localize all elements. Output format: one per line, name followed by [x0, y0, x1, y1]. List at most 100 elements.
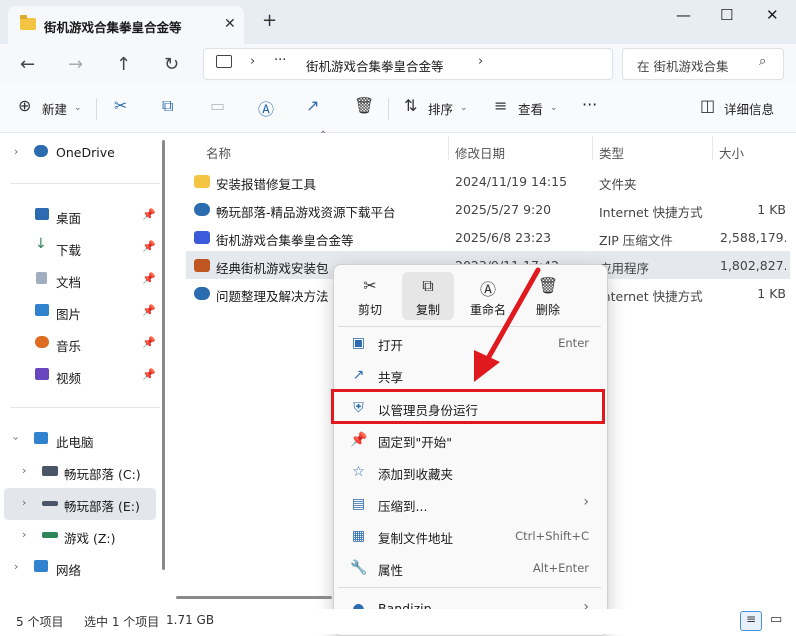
file-row[interactable]: 街机游戏合集拳皇合金等 2025/6/8 23:23 ZIP 压缩文件 2,58…	[186, 223, 790, 251]
file-row[interactable]: 安装报错修复工具 2024/11/19 14:15 文件夹	[186, 167, 790, 195]
sidebar-item-pictures[interactable]: 图片 📌	[0, 296, 160, 326]
close-button[interactable]: ✕	[766, 6, 779, 24]
window-tab[interactable]: 街机游戏合集拳皇合金等 ✕	[8, 6, 244, 44]
file-date: 2025/5/27 9:20	[455, 202, 552, 217]
rename-action[interactable]: Ⓐ 重命名	[462, 272, 514, 320]
share-icon: ↗	[352, 367, 365, 383]
menu-item-pin-to-start[interactable]: 📌 固定到"开始"	[338, 424, 601, 456]
computer-icon	[34, 432, 48, 444]
file-name: 经典街机游戏安装包	[216, 261, 329, 276]
divider	[338, 587, 601, 588]
computer-icon	[216, 55, 232, 68]
details-view-icon[interactable]: ≡	[740, 611, 762, 631]
menu-item-compress[interactable]: ▤ 压缩到... ›	[338, 488, 601, 520]
menu-item-label: 固定到"开始"	[378, 435, 452, 450]
music-icon	[35, 336, 49, 348]
menu-item-properties[interactable]: 🔧 属性 Alt+Enter	[338, 552, 601, 584]
minimize-button[interactable]: —	[676, 6, 691, 24]
menu-item-shortcut: Alt+Enter	[532, 561, 589, 575]
tiles-view-icon[interactable]: ▭	[770, 612, 782, 627]
forward-button[interactable]: →	[68, 54, 83, 75]
copy-icon[interactable]: ⧉	[162, 96, 173, 116]
details-button[interactable]: 详细信息	[724, 99, 774, 118]
column-type[interactable]: 类型	[599, 143, 624, 162]
sidebar-item-documents[interactable]: 文档 📌	[0, 264, 160, 294]
plus-circle-icon: ⊕	[18, 96, 32, 115]
search-input[interactable]: 在 街机游戏合集 ⌕	[622, 48, 784, 80]
sidebar-item-desktop[interactable]: 桌面 📌	[0, 200, 160, 230]
sidebar-item-label: 畅玩部落 (C:)	[64, 467, 141, 482]
sidebar-item-label: 图片	[56, 307, 82, 322]
sidebar-item-drive-z[interactable]: › 游戏 (Z:)	[0, 520, 160, 550]
cut-action[interactable]: ✂ 剪切	[344, 272, 396, 320]
highlight-box	[331, 389, 605, 424]
chevron-right-icon[interactable]: ›	[14, 560, 18, 573]
column-date[interactable]: 修改日期	[455, 143, 505, 162]
column-divider[interactable]	[448, 136, 449, 160]
pin-icon: 📌	[142, 240, 156, 253]
view-button[interactable]: 查看	[518, 99, 543, 118]
breadcrumb-current[interactable]: 街机游戏合集拳皇合金等	[306, 56, 444, 75]
rename-icon: Ⓐ	[479, 280, 496, 299]
divider	[10, 407, 160, 408]
copy-path-icon: ▦	[351, 528, 366, 544]
delete-action[interactable]: 🗑 删除	[522, 272, 574, 320]
maximize-button[interactable]: ☐	[720, 6, 733, 24]
column-divider[interactable]	[592, 136, 593, 160]
file-name: 畅玩部落-精品游戏资源下载平台	[216, 205, 396, 220]
chevron-down-icon[interactable]: ›	[10, 436, 23, 440]
application-icon	[194, 259, 210, 272]
menu-item-share[interactable]: ↗ 共享	[338, 359, 601, 391]
sidebar-scrollbar[interactable]	[162, 140, 165, 570]
sidebar-item-videos[interactable]: 视频 📌	[0, 360, 160, 390]
folder-icon	[194, 175, 210, 188]
menu-item-shortcut: Enter	[558, 336, 589, 350]
copy-action[interactable]: ⧉ 复制	[402, 272, 454, 320]
horizontal-scrollbar[interactable]	[176, 596, 332, 599]
breadcrumb-overflow[interactable]: ···	[274, 53, 286, 68]
cut-icon[interactable]: ✂	[114, 96, 127, 115]
chevron-right-icon[interactable]: ›	[22, 528, 26, 541]
column-size[interactable]: 大小	[719, 143, 744, 162]
internet-shortcut-icon	[194, 203, 210, 216]
cut-icon: ✂	[363, 276, 377, 295]
more-button[interactable]: ···	[582, 95, 597, 114]
paste-icon[interactable]: ▭	[210, 96, 225, 115]
back-button[interactable]: ←	[20, 54, 35, 75]
copy-icon: ⧉	[422, 276, 434, 295]
menu-item-open[interactable]: ▣ 打开 Enter	[338, 327, 601, 359]
sidebar-item-drive-e[interactable]: › 畅玩部落 (E:)	[0, 488, 160, 518]
file-name: 街机游戏合集拳皇合金等	[216, 233, 354, 248]
chevron-right-icon[interactable]: ›	[22, 464, 26, 477]
menu-item-label: 添加到收藏夹	[378, 467, 454, 482]
chevron-right-icon[interactable]: ›	[22, 496, 26, 509]
folder-icon	[20, 15, 36, 30]
pin-icon: 📌	[142, 272, 156, 285]
chevron-right-icon[interactable]: ›	[14, 145, 18, 158]
sidebar-item-network[interactable]: › 网络	[0, 552, 160, 582]
refresh-button[interactable]: ↻	[164, 54, 179, 75]
address-bar[interactable]: › ··· 街机游戏合集拳皇合金等 ›	[203, 48, 613, 80]
file-name: 安装报错修复工具	[216, 177, 317, 192]
column-name[interactable]: 名称	[206, 143, 231, 162]
column-divider[interactable]	[712, 136, 713, 160]
menu-item-copy-path[interactable]: ▦ 复制文件地址 Ctrl+Shift+C	[338, 520, 601, 552]
delete-icon[interactable]: 🗑	[354, 96, 374, 115]
menu-item-add-to-favorites[interactable]: ☆ 添加到收藏夹	[338, 456, 601, 488]
tab-close-button[interactable]: ✕	[224, 16, 236, 32]
rename-icon[interactable]: Ⓐ	[258, 96, 274, 120]
new-tab-button[interactable]: +	[262, 12, 277, 30]
sidebar-item-drive-c[interactable]: › 畅玩部落 (C:)	[0, 456, 160, 486]
sort-button[interactable]: 排序	[428, 99, 453, 118]
up-button[interactable]: ↑	[116, 54, 131, 75]
file-row[interactable]: 畅玩部落-精品游戏资源下载平台 2025/5/27 9:20 Internet …	[186, 195, 790, 223]
chevron-down-icon: ⌄	[460, 103, 468, 113]
sidebar-item-onedrive[interactable]: › OneDrive	[0, 137, 160, 167]
drive-icon	[42, 501, 58, 506]
new-button[interactable]: 新建	[42, 99, 67, 118]
sidebar-item-this-pc[interactable]: › 此电脑	[0, 424, 160, 454]
picture-icon	[35, 304, 49, 316]
sidebar-item-music[interactable]: 音乐 📌	[0, 328, 160, 358]
share-icon[interactable]: ↗	[306, 96, 319, 115]
sidebar-item-downloads[interactable]: ↓ 下载 📌	[0, 232, 160, 262]
